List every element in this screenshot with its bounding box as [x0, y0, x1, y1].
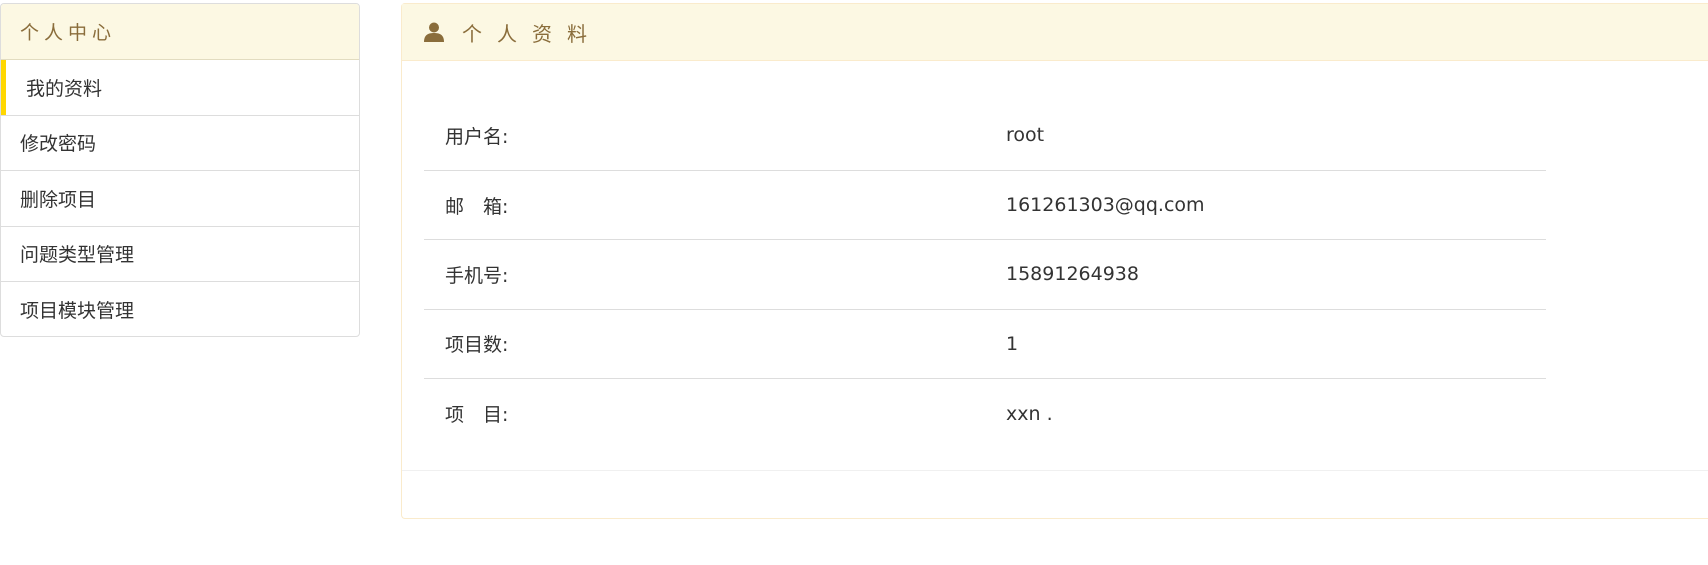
field-label: 手机号:	[424, 239, 1006, 310]
profile-row-username: 用户名: root	[424, 101, 1546, 170]
sidebar-item-label: 删除项目	[20, 188, 97, 211]
profile-panel: 个人资料 用户名: root 邮 箱: 161261303@qq.com 手机号…	[401, 3, 1708, 519]
panel-body: 用户名: root 邮 箱: 161261303@qq.com 手机号: 158…	[402, 61, 1708, 471]
profile-row-email: 邮 箱: 161261303@qq.com	[424, 169, 1546, 240]
profile-row-project-count: 项目数: 1	[424, 308, 1546, 379]
profile-row-phone: 手机号: 15891264938	[424, 239, 1546, 310]
profile-row-projects: 项 目: xxn .	[424, 378, 1546, 448]
field-value: 1	[1006, 308, 1546, 379]
field-label: 用户名:	[445, 125, 509, 148]
profile-info-table: 用户名: root 邮 箱: 161261303@qq.com 手机号: 158…	[424, 101, 1546, 448]
field-label: 邮 箱:	[424, 169, 1006, 240]
sidebar-item-label: 我的资料	[26, 77, 103, 100]
sidebar-menu: 我的资料 修改密码 删除项目 问题类型管理 项目模块管理	[1, 60, 359, 336]
sidebar-item-my-profile[interactable]: 我的资料	[1, 60, 359, 116]
sidebar-title: 个人中心	[1, 4, 359, 60]
sidebar-item-issue-type-management[interactable]: 问题类型管理	[1, 227, 359, 282]
field-value: root	[1006, 124, 1045, 147]
sidebar-item-delete-project[interactable]: 删除项目	[1, 171, 359, 227]
sidebar-item-change-password[interactable]: 修改密码	[1, 116, 359, 171]
user-icon	[424, 22, 444, 42]
sidebar-item-label: 修改密码	[20, 133, 97, 156]
field-value: 15891264938	[1006, 239, 1546, 310]
sidebar-item-label: 项目模块管理	[20, 300, 135, 323]
panel-title: 个人资料	[462, 21, 602, 46]
field-label: 项目数:	[424, 308, 1006, 379]
sidebar-item-label: 问题类型管理	[20, 244, 135, 267]
panel-header: 个人资料	[402, 4, 1708, 61]
sidebar: 个人中心 我的资料 修改密码 删除项目 问题类型管理 项目模块管理	[0, 3, 360, 337]
field-label: 项 目:	[424, 378, 1006, 448]
field-value: xxn .	[1006, 378, 1546, 448]
field-value: 161261303@qq.com	[1006, 169, 1546, 240]
sidebar-item-project-module-management[interactable]: 项目模块管理	[1, 282, 359, 336]
